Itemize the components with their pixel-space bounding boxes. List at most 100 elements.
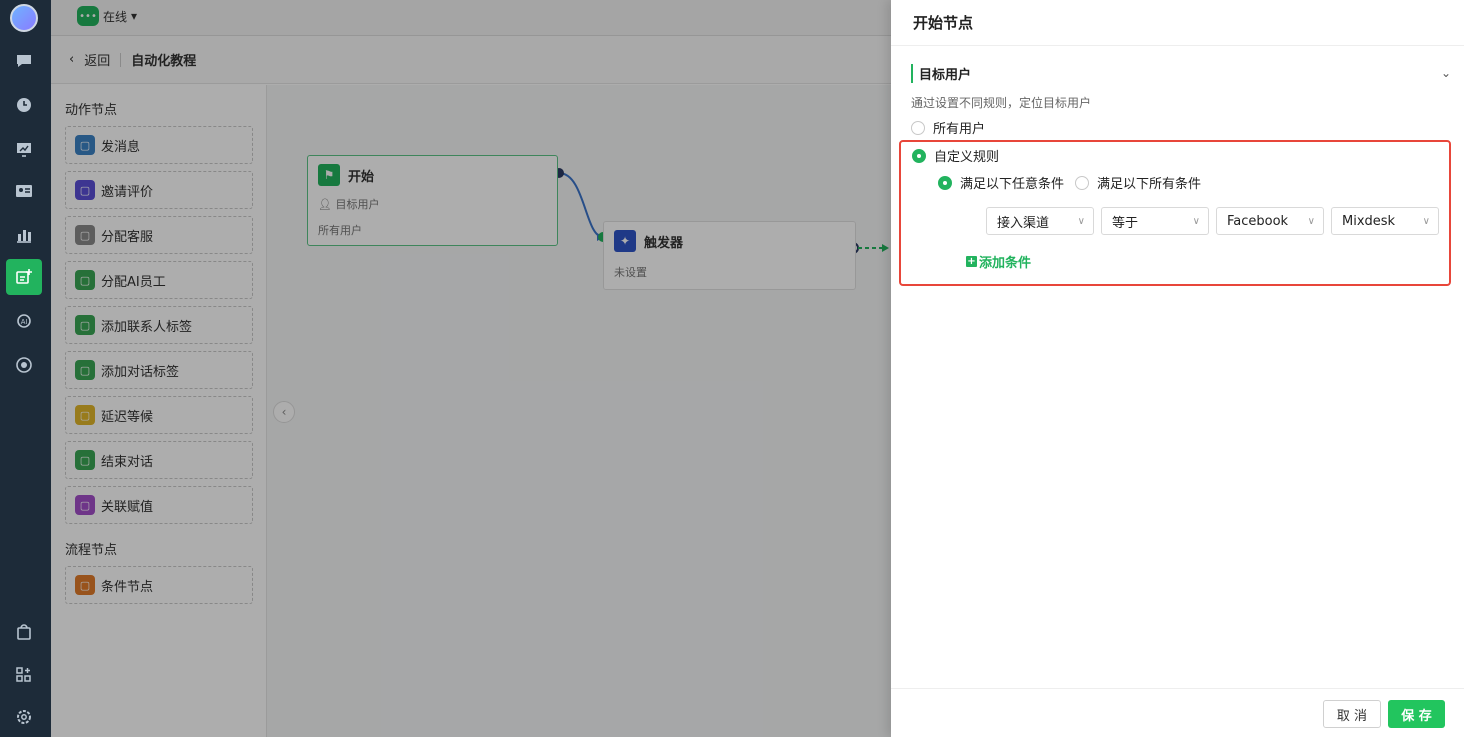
condition-channel-value: Facebook — [1227, 213, 1289, 229]
online-status[interactable]: ••• 在线 ▾ — [77, 6, 137, 26]
target-users-section[interactable]: 目标用户 ⌄ — [911, 62, 1451, 84]
radio-match-any-label: 满足以下任意条件 — [960, 177, 1065, 192]
breadcrumb: ‹ 返回 自动化教程 — [51, 36, 891, 84]
palette-item[interactable]: ▢ 分配AI员工 — [65, 261, 253, 299]
drawer-footer: 取 消 保 存 — [891, 688, 1464, 737]
condition-value-select[interactable]: Mixdesk ∨ — [1331, 207, 1439, 235]
palette-item-label: 邀请评价 — [101, 184, 154, 200]
palette-item-label: 延迟等候 — [101, 409, 154, 425]
radio-custom-rule-label: 自定义规则 — [934, 150, 1000, 165]
automation-icon[interactable] — [6, 259, 42, 295]
palette-item[interactable]: ▢ 添加联系人标签 — [65, 306, 253, 344]
chevron-down-icon: ∨ — [1307, 215, 1315, 227]
radio-circle[interactable] — [938, 175, 952, 190]
start-node-row1: 目标用户 — [335, 198, 380, 211]
start-node-row2: 所有用户 — [318, 224, 362, 237]
edge-start-trigger — [558, 172, 604, 238]
avatar[interactable] — [10, 4, 38, 32]
radio-match-any[interactable]: 满足以下任意条件 — [938, 173, 1064, 192]
clock-icon: ▢ — [75, 405, 95, 425]
palette-item[interactable]: ▢ 发消息 — [65, 126, 253, 164]
chevron-down-icon: ∨ — [1192, 215, 1200, 227]
nav-rail: AI — [0, 0, 51, 737]
palette-item[interactable]: ▢ 关联赋值 — [65, 486, 253, 524]
app-window: AI ••• 在线 ▾ ‹ 返回 自动化教程 动作节点 ▢ 发消息 ▢ 邀请评价 ▢ 分配… — [0, 0, 1464, 737]
condition-value-value: Mixdesk — [1342, 213, 1396, 229]
check-circle-icon: ▢ — [75, 450, 95, 470]
message-icon: ▢ — [75, 135, 95, 155]
thumbs-up-icon: ▢ — [75, 180, 95, 200]
palette-item-label: 结束对话 — [101, 454, 154, 470]
palette-item[interactable]: ▢ 结束对话 — [65, 441, 253, 479]
chat-bubble-icon: ••• — [77, 6, 99, 26]
page-title: 自动化教程 — [131, 54, 197, 69]
flag-icon: ⚑ — [318, 164, 340, 186]
target-icon[interactable] — [11, 352, 37, 378]
back-link[interactable]: 返回 — [84, 50, 110, 69]
broadcast-icon[interactable] — [11, 136, 37, 162]
condition-operator-value: 等于 — [1112, 215, 1139, 231]
palette-item-label: 关联赋值 — [101, 499, 154, 515]
node-palette: 动作节点 ▢ 发消息 ▢ 邀请评价 ▢ 分配客服 ▢ 分配AI员工 ▢ 添加联系人标签 ▢ 添加对话标… — [51, 85, 267, 737]
condition-channel-select[interactable]: Facebook ∨ — [1216, 207, 1324, 235]
tag-icon: ▢ — [75, 360, 95, 380]
add-condition-label: 添加条件 — [979, 256, 1032, 271]
back-arrow-icon[interactable]: ‹ — [69, 52, 74, 67]
trigger-node[interactable]: ✦ 触发器 未设置 — [603, 221, 856, 290]
radio-circle[interactable] — [1075, 175, 1089, 190]
flow-canvas[interactable]: ⚑ 开始 👤︎ 目标用户 所有用户 ✦ 触发器 未设置 ‹ — [267, 85, 891, 737]
condition-operator-select[interactable]: 等于 ∨ — [1101, 207, 1209, 235]
chevron-down-icon: ∨ — [1077, 215, 1085, 227]
settings-icon[interactable] — [11, 704, 37, 730]
palette-item[interactable]: ▢ 延迟等候 — [65, 396, 253, 434]
collapse-palette-button[interactable]: ‹ — [273, 401, 295, 423]
radio-circle[interactable] — [911, 120, 925, 135]
history-icon[interactable] — [11, 92, 37, 118]
chat-icon[interactable] — [11, 48, 37, 74]
start-node-target: 👤︎ 目标用户 — [308, 194, 557, 214]
section-label: 目标用户 — [911, 63, 971, 83]
radio-all-users[interactable]: 所有用户 — [911, 118, 985, 137]
link-arrow-icon: ▢ — [75, 495, 95, 515]
palette-item[interactable]: ▢ 邀请评价 — [65, 171, 253, 209]
contacts-icon[interactable] — [11, 178, 37, 204]
apps-icon[interactable] — [11, 662, 37, 688]
palette-item[interactable]: ▢ 条件节点 — [65, 566, 253, 604]
trigger-node-row1: 未设置 — [614, 266, 647, 279]
radio-all-users-label: 所有用户 — [933, 122, 986, 137]
store-icon[interactable] — [11, 619, 37, 645]
palette-item[interactable]: ▢ 分配客服 — [65, 216, 253, 254]
start-node-drawer: 开始节点 目标用户 ⌄ 通过设置不同规则，定位目标用户 所有用户 自定义规则 满… — [891, 0, 1464, 737]
branch-icon: ▢ — [75, 575, 95, 595]
palette-item-label: 分配客服 — [101, 229, 154, 245]
save-button[interactable]: 保 存 — [1388, 700, 1445, 728]
cancel-button[interactable]: 取 消 — [1323, 700, 1381, 728]
chevron-down-icon[interactable]: ⌄ — [1441, 66, 1451, 80]
arrow-head — [882, 244, 889, 252]
drawer-title: 开始节点 — [891, 0, 1464, 46]
chevron-down-icon: ∨ — [1422, 215, 1430, 227]
radio-match-all[interactable]: 满足以下所有条件 — [1075, 173, 1201, 192]
radio-custom-rule[interactable]: 自定义规则 — [912, 146, 999, 165]
ai-icon[interactable]: AI — [11, 308, 37, 334]
bookmark-icon: ▢ — [75, 315, 95, 335]
add-condition-button[interactable]: + 添加条件 — [966, 252, 1031, 271]
svg-text:AI: AI — [21, 319, 28, 326]
palette-item-label: 发消息 — [101, 139, 141, 155]
palette-item[interactable]: ▢ 添加对话标签 — [65, 351, 253, 389]
radio-circle[interactable] — [912, 148, 926, 163]
action-nodes-title: 动作节点 — [65, 103, 118, 118]
ai-agent-icon: ▢ — [75, 270, 95, 290]
radio-match-all-label: 满足以下所有条件 — [1097, 177, 1202, 192]
divider — [120, 52, 122, 67]
palette-item-label: 分配AI员工 — [101, 274, 166, 290]
start-node[interactable]: ⚑ 开始 👤︎ 目标用户 所有用户 — [307, 155, 558, 246]
custom-rule-box: 自定义规则 满足以下任意条件 满足以下所有条件 接入渠道 ∨ 等于 ∨ Face… — [899, 140, 1451, 286]
condition-field-select[interactable]: 接入渠道 ∨ — [986, 207, 1094, 235]
analytics-icon[interactable] — [11, 222, 37, 248]
chevron-down-icon: ▾ — [131, 9, 138, 23]
palette-item-label: 条件节点 — [101, 579, 154, 595]
palette-item-label: 添加联系人标签 — [101, 319, 193, 335]
status-label: 在线 — [103, 9, 128, 24]
sparkle-icon: ✦ — [614, 230, 636, 252]
